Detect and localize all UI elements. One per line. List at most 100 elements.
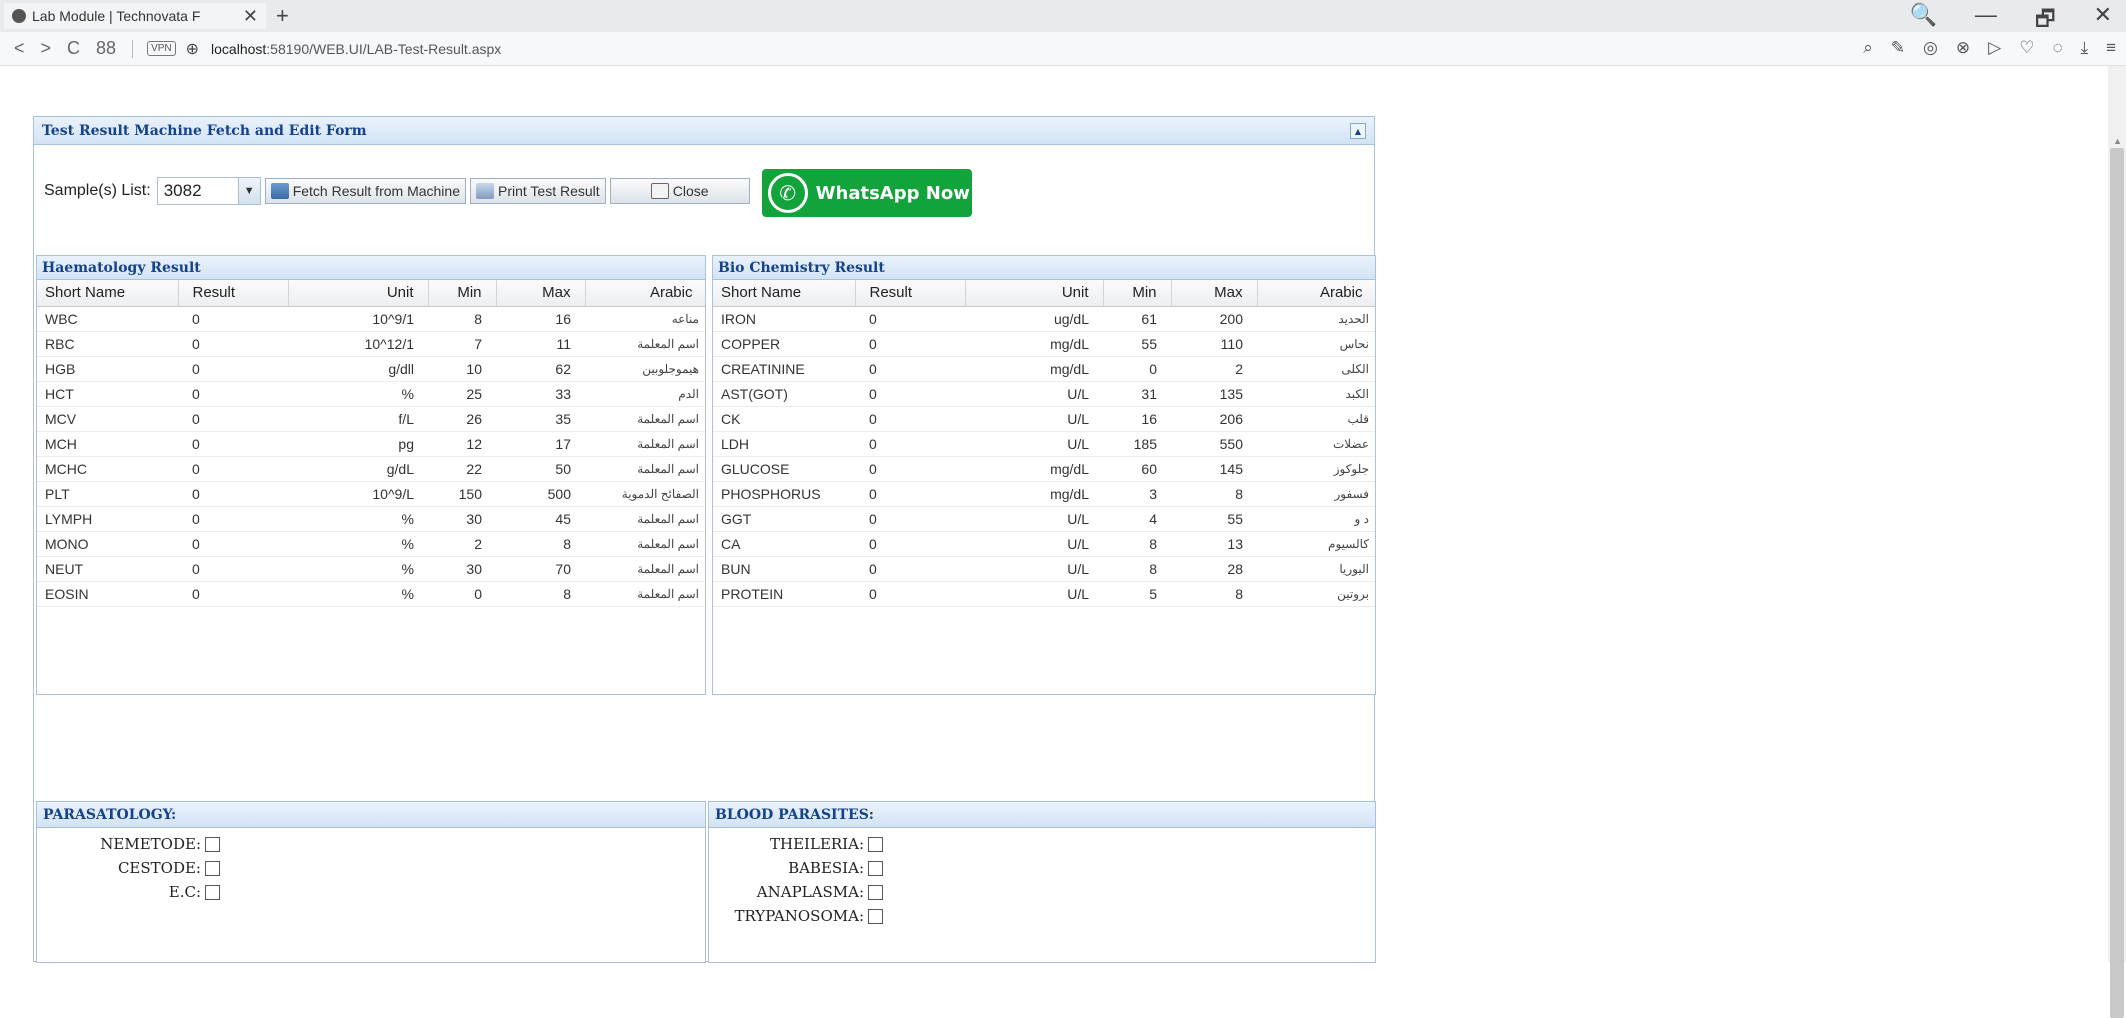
result-cell[interactable]: 0 [178, 306, 288, 332]
screenshot-icon[interactable]: ◎ [1923, 38, 1938, 58]
table-row[interactable]: CK 0 U/L 16 206 قلب [713, 406, 1375, 432]
table-row[interactable]: HCT 0% 25 33 الدم [37, 381, 705, 407]
table-row[interactable]: RBC 0 10^12/1 7 11 اسم المعلمة [37, 331, 705, 357]
table-row[interactable]: MCV 0 f/L 26 35 اسم المعلمة [37, 406, 705, 432]
sample-list-select[interactable]: 3082 ▼ [156, 177, 261, 205]
result-cell[interactable]: 0 [855, 431, 965, 457]
result-cell[interactable]: 0 [855, 356, 965, 382]
col-max[interactable]: Max [496, 280, 586, 307]
arabic-cell: اسم المعلمة [585, 431, 705, 457]
result-cell[interactable]: 0 [178, 381, 288, 407]
col-unit[interactable]: Unit [965, 280, 1104, 307]
table-row[interactable]: CA 0 U/L 8 13 كالسيوم [713, 531, 1375, 557]
reload-icon[interactable]: C [67, 38, 80, 59]
result-cell[interactable]: 0 [855, 331, 965, 357]
back-icon[interactable]: < [14, 38, 25, 59]
table-row[interactable]: WBC 0 10^9/1 8 16 مناعه [37, 306, 705, 332]
apps-icon[interactable]: 88 [96, 38, 116, 59]
result-cell[interactable]: 0 [178, 331, 288, 357]
checkbox[interactable] [868, 860, 883, 876]
checkbox[interactable] [205, 836, 220, 852]
result-cell[interactable]: 0 [855, 306, 965, 332]
result-cell[interactable]: 0 [855, 531, 965, 557]
close-button[interactable]: Close [609, 178, 750, 204]
col-short-name[interactable]: Short Name [713, 280, 856, 307]
result-cell[interactable]: 0 [855, 381, 965, 407]
table-row[interactable]: PHOSPHORUS 0 mg/dL 3 8 فسفور [713, 481, 1375, 507]
result-cell[interactable]: 0 [178, 406, 288, 432]
table-row[interactable]: MONO 0% 2 8 اسم المعلمة [37, 531, 705, 557]
col-result[interactable]: Result [178, 280, 289, 307]
result-cell[interactable]: 0 [178, 506, 288, 532]
result-cell[interactable]: 0 [178, 531, 288, 557]
fetch-result-button[interactable]: Fetch Result from Machine [264, 178, 466, 204]
collapse-icon[interactable]: ▲ [1350, 123, 1366, 139]
chevron-down-icon[interactable]: ▼ [237, 178, 260, 204]
table-row[interactable]: MCH 0 pg 12 17 اسم المعلمة [37, 431, 705, 457]
table-row[interactable]: IRON 0 ug/dL 61 200 الحديد [713, 306, 1375, 332]
checkbox[interactable] [205, 860, 220, 876]
table-row[interactable]: COPPER 0 mg/dL 55 110 نحاس [713, 331, 1375, 357]
forward-icon[interactable]: > [41, 38, 52, 59]
play-icon[interactable]: ▷ [1988, 38, 2001, 58]
close-tab-icon[interactable]: ✕ [243, 6, 258, 27]
checkbox[interactable] [868, 908, 883, 924]
short-name-cell: PROTEIN [713, 581, 855, 607]
result-cell[interactable]: 0 [855, 456, 965, 482]
max-cell: 550 [1171, 431, 1257, 457]
result-cell[interactable]: 0 [855, 506, 965, 532]
col-short-name[interactable]: Short Name [37, 280, 179, 307]
table-row[interactable]: GGT 0 U/L 4 55 د و [713, 506, 1375, 532]
col-min[interactable]: Min [428, 280, 497, 307]
table-row[interactable]: BUN 0 U/L 8 28 اليوريا [713, 556, 1375, 582]
table-row[interactable]: NEUT 0% 30 70 اسم المعلمة [37, 556, 705, 582]
result-cell[interactable]: 0 [855, 556, 965, 582]
result-cell[interactable]: 0 [178, 456, 288, 482]
table-row[interactable]: PROTEIN 0 U/L 5 8 بروتين [713, 581, 1375, 607]
col-arabic[interactable]: Arabic [1257, 280, 1375, 307]
table-row[interactable]: LYMPH 0% 30 45 اسم المعلمة [37, 506, 705, 532]
favorite-icon[interactable]: ♡ [2019, 38, 2034, 58]
scroll-thumb[interactable] [2110, 148, 2124, 1018]
shield-icon[interactable]: ◌ [2052, 38, 2062, 58]
checkbox[interactable] [205, 884, 220, 900]
menu-icon[interactable]: ≡ [2106, 38, 2116, 58]
result-cell[interactable]: 0 [855, 581, 965, 607]
min-cell: 185 [1103, 431, 1171, 457]
result-cell[interactable]: 0 [178, 581, 288, 607]
download-icon[interactable]: ⤓ [2081, 38, 2089, 58]
table-row[interactable]: CREATININE 0 mg/dL 0 2 الكلى [713, 356, 1375, 382]
table-row[interactable]: AST(GOT) 0 U/L 31 135 الكبد [713, 381, 1375, 407]
browser-tab[interactable]: Lab Module | Technovata F ✕ [4, 3, 266, 29]
site-info-icon[interactable]: ⊕ [186, 39, 199, 59]
zoom-icon[interactable]: ⌕ [1863, 38, 1873, 58]
extension-icon[interactable]: ⊗ [1956, 38, 1970, 58]
col-min[interactable]: Min [1103, 280, 1172, 307]
table-row[interactable]: GLUCOSE 0 mg/dL 60 145 جلوكوز [713, 456, 1375, 482]
vpn-badge[interactable]: VPN [147, 41, 176, 56]
col-arabic[interactable]: Arabic [585, 280, 705, 307]
table-row[interactable]: HGB 0 g/dll 10 62 هيموجلوبين [37, 356, 705, 382]
url-field[interactable]: localhost:58190/WEB.UI/LAB-Test-Result.a… [211, 41, 501, 57]
result-cell[interactable]: 0 [855, 406, 965, 432]
table-row[interactable]: LDH 0 U/L 185 550 عضلات [713, 431, 1375, 457]
table-row[interactable]: MCHC 0 g/dL 22 50 اسم المعلمة [37, 456, 705, 482]
result-cell[interactable]: 0 [178, 556, 288, 582]
col-unit[interactable]: Unit [288, 280, 429, 307]
result-cell[interactable]: 0 [178, 481, 288, 507]
result-cell[interactable]: 0 [178, 431, 288, 457]
table-row[interactable]: PLT 0 10^9/L 150 500 الصفائح الدموية [37, 481, 705, 507]
new-tab-button[interactable]: + [276, 3, 289, 29]
table-row[interactable]: EOSIN 0% 0 8 اسم المعلمة [37, 581, 705, 607]
edit-icon[interactable]: ✎ [1891, 38, 1905, 58]
whatsapp-button[interactable]: ✆ WhatsApp Now [761, 169, 972, 217]
page-scrollbar[interactable]: ▲ [2108, 66, 2126, 1018]
checkbox[interactable] [868, 836, 883, 852]
col-max[interactable]: Max [1171, 280, 1258, 307]
checkbox[interactable] [868, 884, 883, 900]
result-cell[interactable]: 0 [855, 481, 965, 507]
col-result[interactable]: Result [855, 280, 966, 307]
scroll-up-icon[interactable]: ▲ [2113, 136, 2122, 146]
result-cell[interactable]: 0 [178, 356, 288, 382]
print-result-button[interactable]: Print Test Result [470, 178, 606, 204]
